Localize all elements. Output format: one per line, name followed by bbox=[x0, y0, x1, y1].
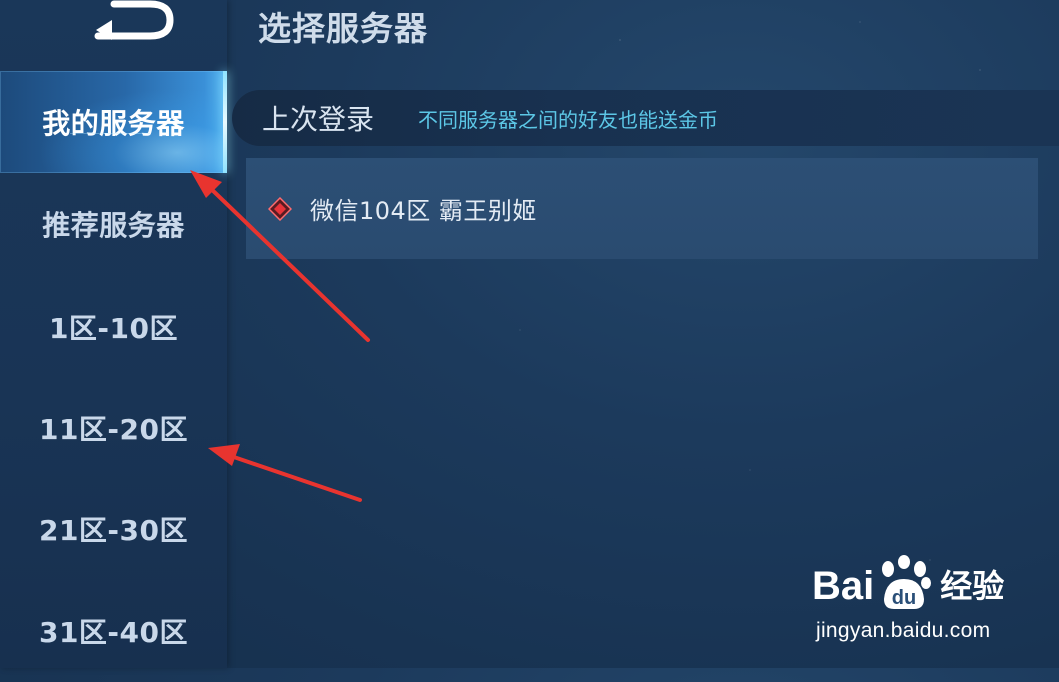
annotation-arrow-icon bbox=[208, 444, 362, 502]
baidu-jingyan-watermark: Bai du 经验 jingyan.baidu.com bbox=[812, 555, 1052, 650]
sidebar-item-label: 我的服务器 bbox=[42, 107, 185, 140]
page-title: 选择服务器 bbox=[258, 9, 428, 48]
sidebar-item-zone-31-40[interactable]: 31区-40区 bbox=[0, 580, 227, 682]
sidebar-item-zone-1-10[interactable]: 1区-10区 bbox=[0, 276, 227, 378]
watermark-url: jingyan.baidu.com bbox=[816, 619, 991, 642]
back-button[interactable] bbox=[90, 0, 180, 44]
sidebar-item-label: 1区-10区 bbox=[48, 312, 179, 345]
last-login-section: 上次登录 不同服务器之间的好友也能送金币 bbox=[232, 90, 1059, 146]
back-arrow-icon bbox=[94, 0, 174, 40]
sidebar-item-label: 推荐服务器 bbox=[42, 209, 185, 242]
sidebar: 我的服务器 推荐服务器 1区-10区 11区-20区 21区-30区 31区-4… bbox=[0, 0, 227, 668]
sidebar-item-zone-11-20[interactable]: 11区-20区 bbox=[0, 377, 227, 479]
sidebar-item-label: 31区-40区 bbox=[38, 616, 189, 649]
watermark-brand-a: Bai bbox=[812, 564, 875, 608]
sidebar-item-recommended-servers[interactable]: 推荐服务器 bbox=[0, 173, 227, 275]
sidebar-item-my-servers[interactable]: 我的服务器 bbox=[0, 71, 227, 173]
sidebar-item-zone-21-30[interactable]: 21区-30区 bbox=[0, 478, 227, 580]
server-list-item[interactable]: 微信104区 霸王别姬 bbox=[246, 158, 1038, 259]
watermark-logo: Bai du 经验 bbox=[812, 555, 1004, 617]
last-login-label: 上次登录 bbox=[262, 103, 375, 136]
paw-icon: du bbox=[876, 555, 932, 617]
server-name: 微信104区 霸王别姬 bbox=[310, 197, 537, 225]
watermark-brand-c: 经验 bbox=[940, 567, 1005, 605]
sidebar-item-label: 21区-30区 bbox=[38, 514, 189, 547]
server-status-icon bbox=[268, 196, 292, 221]
friend-gift-hint: 不同服务器之间的好友也能送金币 bbox=[418, 107, 719, 132]
sidebar-item-label: 11区-20区 bbox=[38, 413, 189, 446]
watermark-brand-b: du bbox=[892, 587, 916, 609]
